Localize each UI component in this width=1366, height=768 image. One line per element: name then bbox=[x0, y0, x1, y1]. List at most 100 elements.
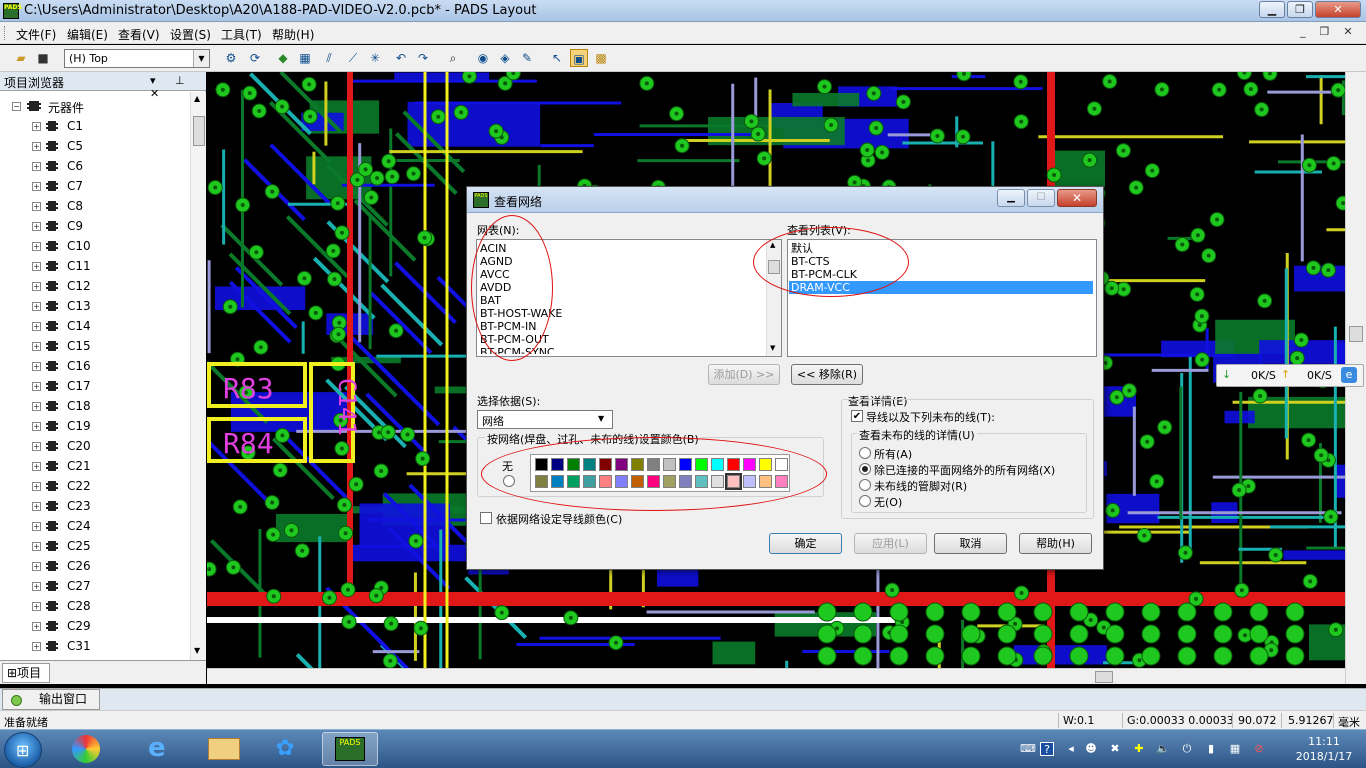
open-icon[interactable]: ▰ bbox=[12, 49, 30, 67]
expand-icon[interactable]: + bbox=[32, 622, 41, 631]
remove-button[interactable]: << 移除(R) bbox=[791, 364, 863, 385]
tree-item[interactable]: + C12 bbox=[0, 276, 190, 296]
taskbar-ie[interactable]: e bbox=[134, 732, 190, 766]
expand-icon[interactable]: + bbox=[32, 502, 41, 511]
radio-unrouted-pins[interactable] bbox=[859, 479, 871, 491]
expand-icon[interactable]: + bbox=[32, 122, 41, 131]
view-nets-icon[interactable]: ◉ bbox=[474, 49, 492, 67]
taskbar-app-colorful[interactable] bbox=[60, 732, 116, 766]
scroll-down-icon[interactable]: ▼ bbox=[770, 344, 775, 352]
scroll-thumb[interactable] bbox=[193, 116, 205, 146]
tree-item[interactable]: + C22 bbox=[0, 476, 190, 496]
keyboard-icon[interactable]: ⌨ bbox=[1020, 742, 1036, 756]
select-by-dropdown[interactable]: 网络 ▼ bbox=[477, 410, 613, 429]
dialog-title-bar[interactable]: PADS 查看网络 ▁ ☐ ✕ bbox=[467, 187, 1103, 213]
expand-icon[interactable]: + bbox=[32, 382, 41, 391]
tree-item[interactable]: + C5 bbox=[0, 136, 190, 156]
taskbar-cloud[interactable]: ✿ bbox=[262, 732, 318, 766]
vscroll-thumb[interactable] bbox=[1349, 326, 1363, 342]
tree-node-components[interactable]: − 元器件 bbox=[0, 96, 190, 116]
expand-icon[interactable]: + bbox=[32, 482, 41, 491]
menu-tools[interactable]: 工具(T) bbox=[221, 26, 262, 43]
expand-icon[interactable]: + bbox=[32, 442, 41, 451]
ecos-icon[interactable]: ✳ bbox=[366, 49, 384, 67]
tree-item[interactable]: + C18 bbox=[0, 396, 190, 416]
design-toolbar-icon[interactable]: ◆ bbox=[274, 49, 292, 67]
expand-icon[interactable]: + bbox=[32, 582, 41, 591]
dialog-minimize-button[interactable]: ▁ bbox=[997, 189, 1025, 207]
select-mode-icon[interactable]: ↖ bbox=[548, 49, 566, 67]
taskbar-explorer[interactable] bbox=[196, 732, 252, 766]
layer-display-icon[interactable]: ◈ bbox=[496, 49, 514, 67]
expand-icon[interactable]: + bbox=[32, 322, 41, 331]
hscroll-thumb[interactable] bbox=[1095, 671, 1113, 683]
expand-icon[interactable]: + bbox=[32, 242, 41, 251]
pads-app-icon[interactable]: PADS bbox=[3, 3, 22, 19]
tree-scrollbar[interactable]: ▲ ▼ bbox=[190, 92, 206, 660]
radio-none[interactable] bbox=[859, 495, 871, 507]
tree-item[interactable]: + C23 bbox=[0, 496, 190, 516]
scroll-up-icon[interactable]: ▲ bbox=[194, 94, 200, 103]
volume-icon[interactable]: 🔈 bbox=[1156, 742, 1170, 756]
maximize-button[interactable]: ❐ bbox=[1287, 1, 1313, 18]
tab-project[interactable]: ⊞项目 bbox=[2, 663, 50, 683]
expand-icon[interactable]: + bbox=[32, 162, 41, 171]
zoom-icon[interactable]: ⌕ bbox=[444, 49, 462, 67]
project-browser-toggle-icon[interactable]: ▣ bbox=[570, 49, 588, 67]
tree-item[interactable]: + C28 bbox=[0, 596, 190, 616]
tree-item[interactable]: + C16 bbox=[0, 356, 190, 376]
redo-icon[interactable]: ↷ bbox=[414, 49, 432, 67]
expand-icon[interactable]: + bbox=[32, 562, 41, 571]
ok-button[interactable]: 确定 bbox=[769, 533, 842, 554]
tray-arrow-icon[interactable]: ◂ bbox=[1064, 742, 1078, 756]
properties-icon[interactable]: ⚙ bbox=[222, 49, 240, 67]
highlight-icon[interactable]: ✎ bbox=[518, 49, 536, 67]
tree-item[interactable]: + C8 bbox=[0, 196, 190, 216]
scroll-down-icon[interactable]: ▼ bbox=[194, 646, 200, 655]
expand-icon[interactable]: + bbox=[32, 362, 41, 371]
taskbar-pads[interactable]: PADS bbox=[322, 732, 378, 766]
tree-item[interactable]: + C31 bbox=[0, 636, 190, 656]
menu-setup[interactable]: 设置(S) bbox=[170, 26, 211, 43]
radio-all[interactable] bbox=[859, 447, 871, 459]
component-tree[interactable]: − 元器件 + C1 + C5 + C6 + C7 + C8 + C9 + C10 + C11 + C12 + C13 + C… bbox=[0, 92, 190, 660]
tree-item[interactable]: + C20 bbox=[0, 436, 190, 456]
power-icon[interactable]: ⏻ bbox=[1180, 742, 1194, 756]
expand-icon[interactable]: + bbox=[32, 262, 41, 271]
undo-icon[interactable]: ↶ bbox=[392, 49, 410, 67]
tree-item[interactable]: + C17 bbox=[0, 376, 190, 396]
refresh-icon[interactable]: ⟳ bbox=[246, 49, 264, 67]
layer-select[interactable]: (H) Top ▼ bbox=[64, 49, 210, 68]
tree-item[interactable]: + C14 bbox=[0, 316, 190, 336]
collapse-icon[interactable]: − bbox=[12, 102, 21, 111]
network-alert-icon[interactable]: ✖ bbox=[1108, 742, 1122, 756]
canvas-hscrollbar[interactable] bbox=[207, 668, 1345, 684]
tree-item[interactable]: + C25 bbox=[0, 536, 190, 556]
radio-all-except-plane[interactable] bbox=[859, 463, 871, 475]
tree-item[interactable]: + C29 bbox=[0, 616, 190, 636]
expand-icon[interactable]: + bbox=[32, 342, 41, 351]
tree-item[interactable]: + C15 bbox=[0, 336, 190, 356]
menu-help[interactable]: 帮助(H) bbox=[272, 26, 314, 43]
tree-item[interactable]: + C11 bbox=[0, 256, 190, 276]
expand-icon[interactable]: + bbox=[32, 182, 41, 191]
expand-icon[interactable]: + bbox=[32, 642, 41, 651]
apply-button[interactable]: 应用(L) bbox=[854, 533, 927, 554]
device-icon[interactable]: ▮ bbox=[1204, 742, 1218, 756]
security-icon[interactable]: ✚ bbox=[1132, 742, 1146, 756]
save-icon[interactable]: ■ bbox=[34, 49, 52, 67]
drafting-icon[interactable]: ▦ bbox=[296, 49, 314, 67]
mdi-window-controls[interactable]: _❐✕ bbox=[1300, 25, 1366, 38]
tree-item[interactable]: + C21 bbox=[0, 456, 190, 476]
expand-icon[interactable]: + bbox=[32, 522, 41, 531]
no-entry-icon[interactable]: ⊘ bbox=[1252, 742, 1266, 756]
start-button[interactable]: ⊞ bbox=[4, 732, 42, 768]
dimension-icon[interactable]: ⟋ bbox=[344, 49, 362, 67]
tree-item[interactable]: + C19 bbox=[0, 416, 190, 436]
help-button[interactable]: 帮助(H) bbox=[1019, 533, 1092, 554]
tree-item[interactable]: + C7 bbox=[0, 176, 190, 196]
expand-icon[interactable]: + bbox=[32, 282, 41, 291]
menu-view[interactable]: 查看(V) bbox=[118, 26, 160, 43]
expand-icon[interactable]: + bbox=[32, 542, 41, 551]
expand-icon[interactable]: + bbox=[32, 202, 41, 211]
